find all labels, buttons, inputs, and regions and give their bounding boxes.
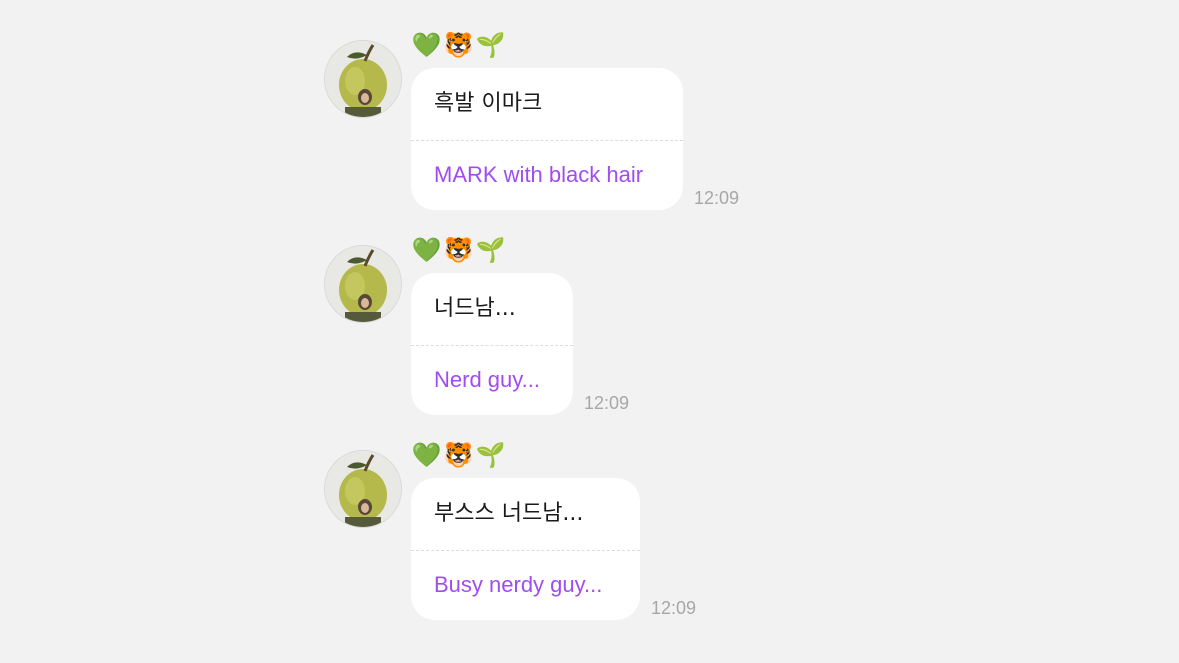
message-bubble[interactable]: 너드남... Nerd guy...: [411, 273, 573, 415]
seedling-icon: 🌱: [475, 237, 506, 264]
green-apple-avatar-icon: [325, 246, 401, 322]
green-apple-avatar-icon: [325, 451, 401, 527]
original-text: 흑발 이마크: [434, 91, 543, 116]
translated-text: Busy nerdy guy...: [434, 572, 603, 597]
green-heart-icon: 💚: [411, 32, 442, 59]
chat-log: 💚 🐯 🌱 흑발 이마크 MARK with black hair 12:09: [0, 0, 1179, 663]
seedling-icon: 🌱: [475, 442, 506, 469]
avatar[interactable]: [324, 450, 402, 528]
green-apple-avatar-icon: [325, 41, 401, 117]
tiger-face-icon: 🐯: [443, 442, 474, 469]
sender-name: 💚 🐯 🌱: [411, 440, 506, 472]
message-bubble[interactable]: 부스스 너드남... Busy nerdy guy...: [411, 478, 640, 620]
translated-text: MARK with black hair: [434, 162, 644, 187]
sender-name: 💚 🐯 🌱: [411, 235, 506, 267]
message-bubble[interactable]: 흑발 이마크 MARK with black hair: [411, 68, 683, 210]
avatar[interactable]: [324, 245, 402, 323]
original-text: 너드남...: [434, 296, 516, 321]
original-text: 부스스 너드남...: [434, 501, 584, 526]
green-heart-icon: 💚: [411, 442, 442, 469]
seedling-icon: 🌱: [475, 32, 506, 59]
sender-name: 💚 🐯 🌱: [411, 30, 506, 62]
green-heart-icon: 💚: [411, 237, 442, 264]
message-timestamp: 12:09: [651, 598, 697, 618]
message-timestamp: 12:09: [694, 188, 740, 208]
translated-text: Nerd guy...: [434, 367, 540, 392]
tiger-face-icon: 🐯: [443, 237, 474, 264]
avatar[interactable]: [324, 40, 402, 118]
tiger-face-icon: 🐯: [443, 32, 474, 59]
message-timestamp: 12:09: [584, 393, 630, 413]
